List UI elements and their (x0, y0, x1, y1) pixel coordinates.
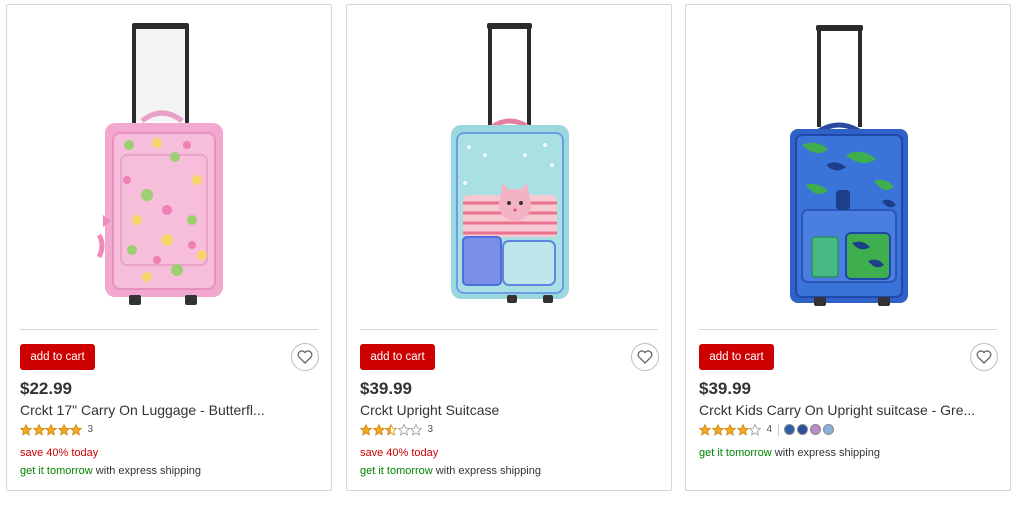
divider (360, 329, 658, 330)
heart-icon (976, 350, 992, 364)
product-price: $22.99 (20, 379, 72, 398)
product-image[interactable] (686, 5, 1010, 325)
review-count: 3 (427, 424, 434, 435)
star-rating (360, 423, 423, 436)
star-icon (20, 423, 32, 436)
color-swatch[interactable] (797, 424, 809, 435)
promo-text: save 40% today (20, 447, 99, 459)
star-rating (20, 423, 83, 436)
shipping-info: get it tomorrow with express shipping (360, 465, 541, 477)
star-icon (385, 423, 397, 436)
star-icon (749, 423, 761, 436)
product-image[interactable] (7, 5, 331, 325)
star-icon (699, 423, 711, 436)
promo-text: save 40% today (360, 447, 439, 459)
favorite-heart-button[interactable] (970, 343, 998, 371)
product-card[interactable]: add to cart $22.99 Crckt 17" Carry On Lu… (6, 4, 332, 491)
review-count: 3 (87, 424, 94, 435)
product-card[interactable]: add to cart $39.99 Crckt Upright Suitcas… (346, 4, 672, 491)
product-card[interactable]: add to cart $39.99 Crckt Kids Carry On U… (685, 4, 1011, 491)
star-icon (410, 423, 422, 436)
color-swatches (784, 424, 836, 435)
add-to-cart-button[interactable]: add to cart (20, 344, 95, 370)
product-title-link[interactable]: Crckt Upright Suitcase (360, 402, 499, 418)
add-to-cart-button[interactable]: add to cart (360, 344, 435, 370)
shipping-info: get it tomorrow with express shipping (699, 447, 880, 459)
heart-icon (297, 350, 313, 364)
star-icon (45, 423, 57, 436)
color-swatch[interactable] (810, 424, 822, 435)
favorite-heart-button[interactable] (291, 343, 319, 371)
product-title-link[interactable]: Crckt 17" Carry On Luggage - Butterfl... (20, 402, 265, 418)
favorite-heart-button[interactable] (631, 343, 659, 371)
divider (20, 329, 318, 330)
star-icon (736, 423, 749, 436)
star-icon (372, 423, 385, 436)
product-title-link[interactable]: Crckt Kids Carry On Upright suitcase - G… (699, 402, 975, 418)
star-icon (360, 423, 372, 436)
product-image[interactable] (347, 5, 671, 325)
shipping-text: with express shipping (771, 447, 880, 459)
add-to-cart-button[interactable]: add to cart (699, 344, 774, 370)
shipping-text: with express shipping (92, 465, 201, 477)
shipping-highlight: get it tomorrow (20, 465, 93, 477)
rating[interactable]: 3 (20, 423, 93, 436)
rating[interactable]: 4 (699, 423, 836, 436)
divider (699, 329, 997, 330)
star-icon (397, 423, 410, 436)
shipping-highlight: get it tomorrow (360, 465, 433, 477)
heart-icon (637, 350, 653, 364)
divider (778, 423, 780, 436)
star-icon (711, 423, 724, 436)
product-price: $39.99 (699, 379, 751, 398)
shipping-text: with express shipping (432, 465, 541, 477)
color-swatch[interactable] (823, 424, 835, 435)
shipping-highlight: get it tomorrow (699, 447, 772, 459)
review-count: 4 (766, 424, 773, 435)
rating[interactable]: 3 (360, 423, 433, 436)
color-swatch[interactable] (784, 424, 796, 435)
star-icon (57, 423, 70, 436)
shipping-info: get it tomorrow with express shipping (20, 465, 201, 477)
star-rating (699, 423, 762, 436)
star-icon (724, 423, 736, 436)
product-price: $39.99 (360, 379, 412, 398)
star-icon (32, 423, 45, 436)
star-icon (70, 423, 82, 436)
